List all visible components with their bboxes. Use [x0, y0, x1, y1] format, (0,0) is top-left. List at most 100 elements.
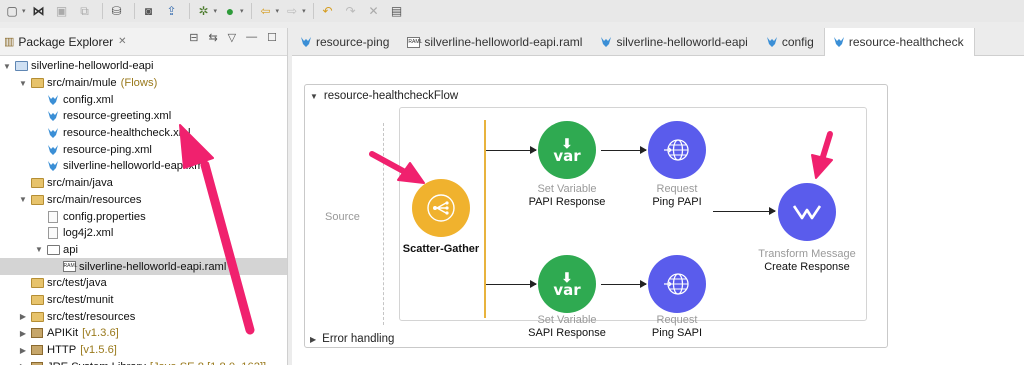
tree-item[interactable]: RAML silverline-helloworld-eapi.raml	[0, 258, 287, 275]
camera-icon[interactable]: ◙	[139, 2, 159, 20]
save-icon[interactable]: ▣	[52, 2, 72, 20]
dropdown-icon[interactable]: ▾	[276, 7, 280, 15]
forward-icon[interactable]: ⇨	[282, 2, 302, 20]
editor-tab[interactable]: silverline-helloworld-eapi	[592, 28, 757, 56]
folder-icon	[30, 178, 44, 189]
deploy-icon[interactable]: ⇪	[162, 2, 182, 20]
tree-item[interactable]: resource-greeting.xml	[0, 108, 287, 125]
mule-file-icon	[48, 144, 58, 155]
connector-arrow	[601, 146, 647, 154]
scatter-gather-name: Scatter-Gather	[402, 243, 480, 255]
dropdown-icon[interactable]: ▾	[240, 7, 244, 15]
mule-file-icon	[48, 111, 58, 122]
package-explorer-icon: ▥	[4, 36, 15, 48]
tree-item-icon	[30, 277, 44, 290]
tree-item[interactable]: ▼ silverline-helloworld-eapi	[0, 58, 287, 75]
toolbar-separator	[101, 3, 103, 19]
dropdown-icon[interactable]: ▾	[22, 7, 26, 15]
tree-item[interactable]: ▼ src/main/resources	[0, 192, 287, 209]
save-all-icon[interactable]: ⧉	[75, 2, 95, 20]
editor-tab[interactable]: RAML silverline-helloworld-eapi.raml	[399, 28, 592, 56]
tree-item[interactable]: src/test/munit	[0, 292, 287, 309]
tree-item-icon	[30, 310, 44, 323]
set-variable-name: SAPI Response	[528, 327, 606, 339]
tree-item-note: [v1.3.6]	[82, 327, 119, 340]
expand-toggle-icon[interactable]: ▶	[18, 329, 28, 338]
tree-item[interactable]: config.xml	[0, 91, 287, 108]
expand-toggle-icon[interactable]: ▼	[18, 195, 28, 204]
tree-item[interactable]: log4j2.xml	[0, 225, 287, 242]
tree-item-icon	[46, 127, 60, 140]
set-variable-sapi-node[interactable]: ⬇ var	[538, 255, 596, 313]
debug-icon[interactable]: ✲	[194, 2, 214, 20]
expand-triangle-icon[interactable]: ▶	[310, 335, 316, 344]
delete-icon[interactable]: ✕	[364, 2, 384, 20]
tree-item-icon	[30, 327, 44, 340]
request-ping-papi-node[interactable]	[648, 121, 706, 179]
request-ping-sapi-label: Request Ping SAPI	[617, 314, 737, 340]
back-icon[interactable]: ⇦	[256, 2, 276, 20]
package-explorer-view: ▥ Package Explorer ✕ ⊟ ⇆ ▽ — ☐ ▼ silverli…	[0, 28, 288, 365]
editor-tab-label: config	[781, 35, 814, 49]
tree-item-icon	[30, 193, 44, 206]
tree-item[interactable]: ▼ api	[0, 242, 287, 259]
tree-item[interactable]: silverline-helloworld-eapi.xml	[0, 158, 287, 175]
tree-item[interactable]: ▶ APIKit [v1.3.6]	[0, 325, 287, 342]
tree-item-note: [v1.5.6]	[80, 344, 117, 357]
tree-item[interactable]: config.properties	[0, 208, 287, 225]
transform-name: Create Response	[764, 261, 850, 273]
tree-item[interactable]: src/test/java	[0, 275, 287, 292]
view-menu-icon[interactable]: ▽	[228, 31, 236, 44]
tree-item-label: src/main/mule	[47, 77, 117, 90]
view-toolbar: ⊟ ⇆ ▽ — ☐	[189, 31, 277, 44]
library-icon	[31, 345, 43, 356]
undo-icon[interactable]: ↶	[318, 2, 338, 20]
expand-toggle-icon[interactable]: ▶	[18, 346, 28, 355]
minimize-icon[interactable]: —	[246, 31, 257, 44]
close-icon[interactable]: ✕	[118, 36, 126, 47]
flow-header[interactable]: ▼ resource-healthcheckFlow	[310, 90, 458, 102]
tree-item[interactable]: ▼ src/main/mule (Flows)	[0, 75, 287, 92]
tree-item-label: src/test/java	[47, 277, 107, 290]
request-name: Ping SAPI	[651, 327, 703, 339]
expand-toggle-icon[interactable]: ▼	[2, 62, 12, 71]
scatter-gather-node[interactable]	[412, 179, 470, 237]
tree-item[interactable]: ▶JRE System Library[Java SE 8 [1.8.0_162…	[0, 358, 287, 365]
transform-icon	[792, 205, 822, 220]
properties-icon[interactable]: ▤	[387, 2, 407, 20]
tree-item[interactable]: ▶ src/test/resources	[0, 308, 287, 325]
tree-item-label: JRE System Library	[47, 361, 146, 365]
tree-item-icon	[14, 60, 28, 73]
collapse-triangle-icon[interactable]: ▼	[310, 92, 318, 101]
tree-item[interactable]: resource-healthcheck.xml	[0, 125, 287, 142]
error-handling-label: Error handling	[322, 333, 395, 345]
source-label[interactable]: Source	[325, 211, 360, 223]
new-icon[interactable]: ▢	[2, 2, 22, 20]
expand-toggle-icon[interactable]: ▼	[34, 245, 44, 254]
error-handling-section[interactable]: ▶ Error handling	[310, 333, 394, 345]
package-explorer-tab[interactable]: ▥ Package Explorer ✕ ⊟ ⇆ ▽ — ☐	[0, 28, 287, 56]
mule-logo-icon[interactable]: ⋈	[29, 2, 49, 20]
expand-toggle-icon[interactable]: ▶	[18, 312, 28, 321]
transform-message-node[interactable]	[778, 183, 836, 241]
dropdown-icon[interactable]: ▾	[214, 7, 218, 15]
expand-toggle-icon[interactable]: ▼	[18, 79, 28, 88]
collapse-all-icon[interactable]: ⊟	[189, 31, 198, 44]
editor-tab[interactable]: config	[758, 28, 824, 56]
request-ping-sapi-node[interactable]	[648, 255, 706, 313]
redo-icon[interactable]: ↷	[341, 2, 361, 20]
editor-tab[interactable]: resource-ping	[292, 28, 399, 56]
tree-item[interactable]: resource-ping.xml	[0, 141, 287, 158]
file-icon	[48, 227, 58, 240]
dropdown-icon[interactable]: ▾	[302, 7, 306, 15]
tree-item[interactable]: ▶ HTTP [v1.5.6]	[0, 342, 287, 359]
set-variable-papi-node[interactable]: ⬇ var	[538, 121, 596, 179]
exchange-icon[interactable]: ⛁	[107, 2, 127, 20]
flow-container[interactable]: ▼ resource-healthcheckFlow Source Scatte…	[304, 84, 888, 348]
folder-icon	[30, 311, 44, 322]
tree-item[interactable]: src/main/java	[0, 175, 287, 192]
link-editor-icon[interactable]: ⇆	[208, 31, 217, 44]
editor-tab[interactable]: resource-healthcheck	[823, 28, 975, 56]
run-icon[interactable]: ●	[220, 2, 240, 20]
maximize-icon[interactable]: ☐	[267, 31, 277, 44]
